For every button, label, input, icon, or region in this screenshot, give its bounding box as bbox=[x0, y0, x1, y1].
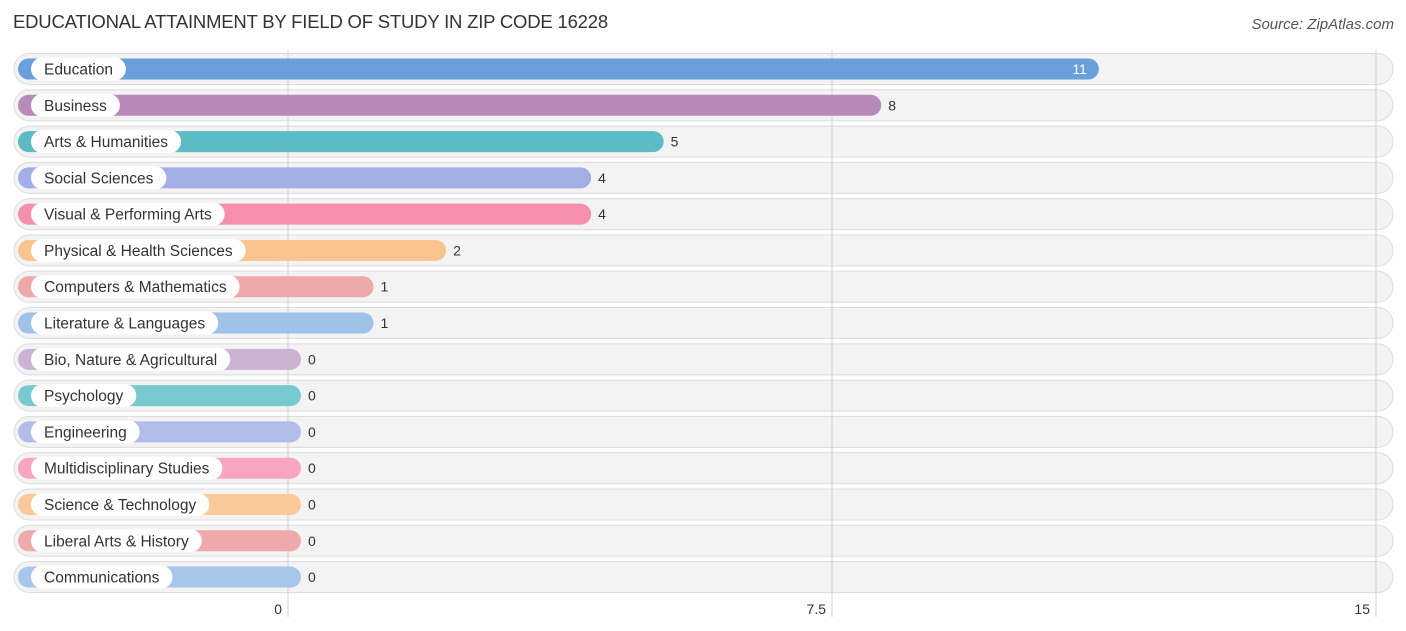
category-label: Multidisciplinary Studies bbox=[44, 461, 210, 478]
category-label: Arts & Humanities bbox=[44, 134, 168, 151]
bar-row: Social Sciences 4 bbox=[18, 166, 606, 190]
category-label: Business bbox=[44, 98, 107, 115]
value-label: 8 bbox=[888, 97, 896, 113]
value-label: 4 bbox=[598, 206, 606, 222]
bar-row: Computers & Mathematics 1 bbox=[18, 275, 389, 299]
bar-row: Liberal Arts & History 0 bbox=[18, 529, 316, 553]
bar-row: Physical & Health Sciences 2 bbox=[18, 238, 461, 262]
category-label: Social Sciences bbox=[44, 170, 154, 187]
bar-row: Education 11 bbox=[18, 57, 1099, 81]
bar-row: Literature & Languages 1 bbox=[18, 311, 389, 335]
category-label: Literature & Languages bbox=[44, 316, 205, 333]
bar-chart: Education 11Business 8Arts & Humanities 5So… bbox=[13, 50, 1394, 618]
category-label: Engineering bbox=[44, 424, 127, 441]
value-label: 0 bbox=[308, 569, 316, 585]
value-label: 1 bbox=[381, 279, 389, 295]
x-tick-label: 15 bbox=[1354, 601, 1370, 617]
bar-row: Engineering 0 bbox=[18, 420, 316, 444]
x-tick-label: 0 bbox=[274, 601, 282, 617]
category-label: Science & Technology bbox=[44, 497, 196, 514]
value-label: 0 bbox=[308, 351, 316, 367]
bar-row: Bio, Nature & Agricultural 0 bbox=[18, 347, 316, 371]
value-label: 5 bbox=[671, 134, 679, 150]
value-label: 0 bbox=[308, 424, 316, 440]
bar-row: Arts & Humanities 5 bbox=[18, 130, 679, 154]
bar-row: Psychology 0 bbox=[18, 384, 316, 408]
value-label: 2 bbox=[453, 242, 461, 258]
axis-ticks: 0 7.5 15 bbox=[274, 601, 1370, 617]
category-label: Education bbox=[44, 62, 113, 79]
category-label: Bio, Nature & Agricultural bbox=[44, 352, 217, 369]
bar[interactable] bbox=[18, 94, 882, 116]
value-label: 11 bbox=[1072, 61, 1087, 77]
category-label: Psychology bbox=[44, 388, 124, 405]
x-tick-label: 7.5 bbox=[807, 601, 827, 617]
bar-row: Science & Technology 0 bbox=[18, 492, 316, 516]
category-label: Communications bbox=[44, 570, 160, 587]
value-label: 0 bbox=[308, 496, 316, 512]
bar-row: Business 8 bbox=[18, 93, 896, 117]
bar[interactable] bbox=[18, 58, 1099, 80]
value-label: 0 bbox=[308, 388, 316, 404]
value-label: 4 bbox=[598, 170, 606, 186]
bar-row: Communications 0 bbox=[18, 565, 316, 589]
value-label: 0 bbox=[308, 460, 316, 476]
value-label: 1 bbox=[381, 315, 389, 331]
bar-row: Multidisciplinary Studies 0 bbox=[18, 456, 316, 480]
category-label: Visual & Performing Arts bbox=[44, 207, 212, 224]
category-label: Liberal Arts & History bbox=[44, 533, 189, 550]
bar-row: Visual & Performing Arts 4 bbox=[18, 202, 606, 226]
category-label: Computers & Mathematics bbox=[44, 279, 227, 296]
category-label: Physical & Health Sciences bbox=[44, 243, 233, 260]
value-label: 0 bbox=[308, 533, 316, 549]
